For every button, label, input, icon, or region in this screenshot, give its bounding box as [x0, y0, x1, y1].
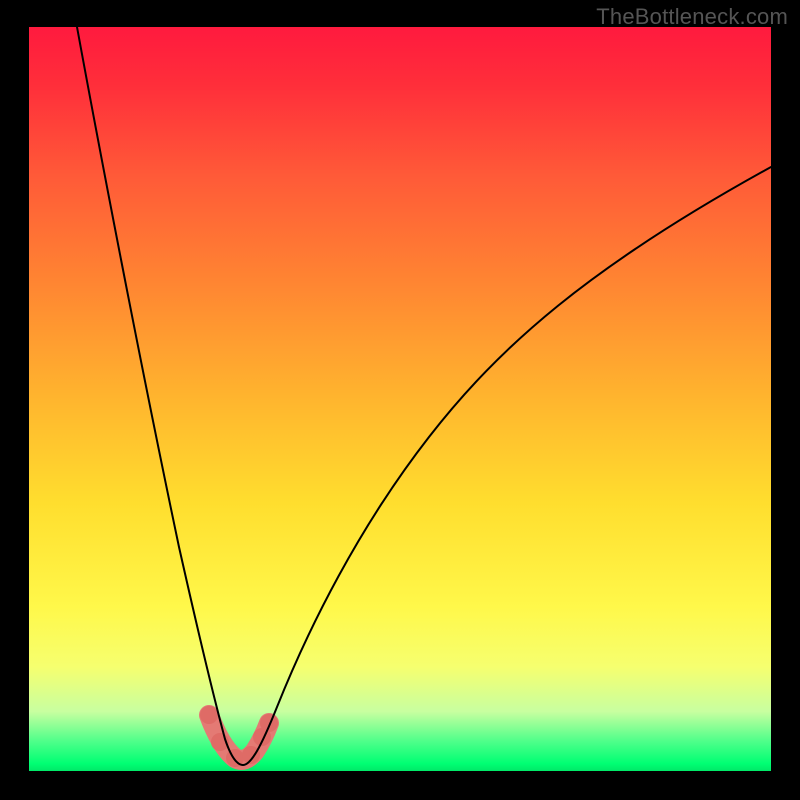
bottleneck-chart [29, 27, 771, 771]
chart-plot-area [29, 27, 771, 771]
optimal-zone-dot [260, 714, 278, 732]
optimal-zone-dot [200, 706, 218, 724]
watermark-text: TheBottleneck.com [596, 4, 788, 30]
curve-left-branch [77, 27, 243, 765]
curve-right-branch [243, 167, 771, 765]
